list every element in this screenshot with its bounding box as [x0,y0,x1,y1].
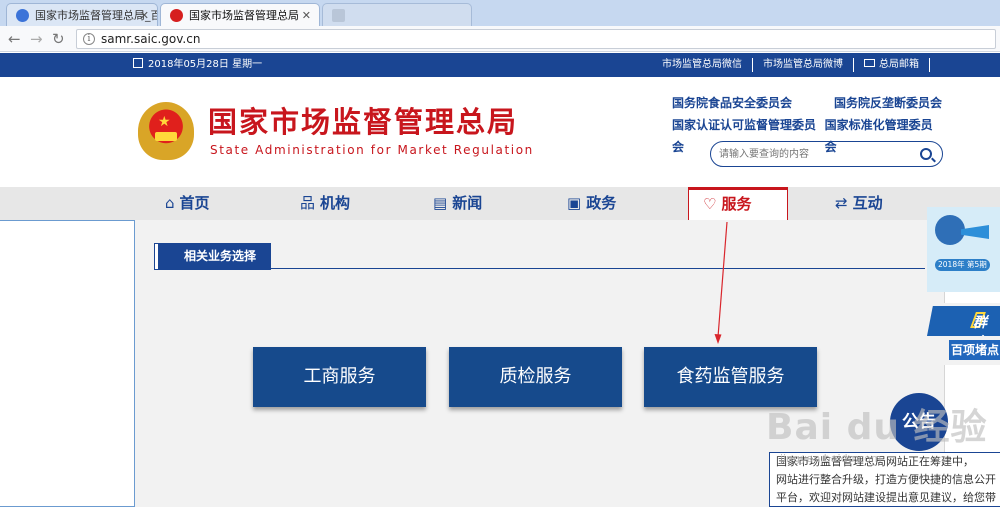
notice-text: 平台，欢迎对网站建设提出意见建议，给您带 [776,491,996,504]
baidu-watermark: Bai du 经验 [766,407,988,448]
megaphone-icon [961,225,989,239]
baidu-watermark-url: jingyan.baidu.com [780,452,882,465]
person-icon [935,215,965,245]
feedback-banner[interactable]: 群众 百项堵点 [927,303,1000,365]
promo-banner[interactable]: 2018年 第5期 [927,207,1000,292]
notice-text: 网站进行整合升级，打造方便快捷的信息公开 [776,473,996,486]
